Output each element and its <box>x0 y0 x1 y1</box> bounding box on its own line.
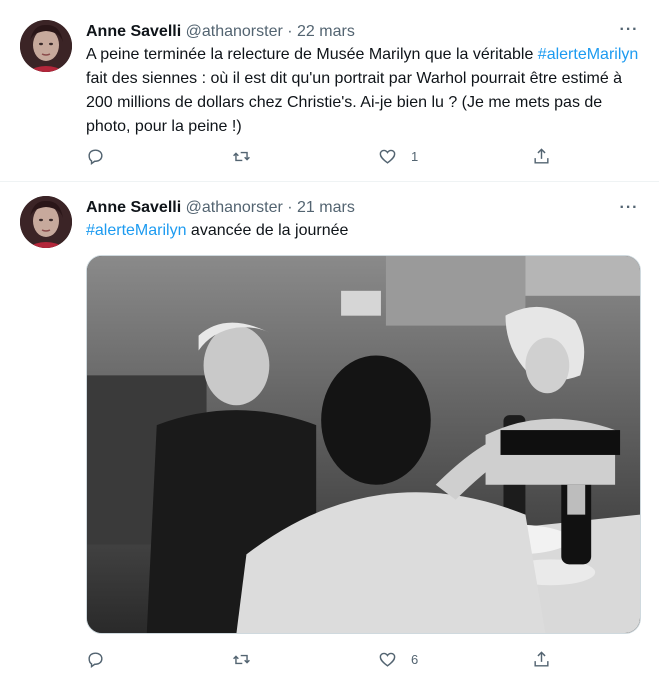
retweet-button[interactable] <box>232 648 265 670</box>
separator: · <box>287 199 293 216</box>
hashtag-link[interactable]: #alerteMarilyn <box>538 46 638 63</box>
like-button[interactable]: 1 <box>378 145 418 167</box>
tweet-date[interactable]: 22 mars <box>297 23 355 40</box>
more-icon[interactable]: ··· <box>619 20 639 40</box>
display-name[interactable]: Anne Savelli <box>86 199 181 216</box>
retweet-icon <box>233 151 250 161</box>
separator: · <box>287 23 293 40</box>
tweet-header: Anne Savelli @athanorster · 21 mars <box>86 198 355 218</box>
tweet-header: Anne Savelli @athanorster · 22 mars <box>86 22 355 42</box>
share-icon <box>534 650 549 667</box>
avatar[interactable] <box>20 196 72 248</box>
retweet-icon <box>233 654 250 664</box>
share-icon <box>534 147 549 164</box>
tweet-photo[interactable] <box>86 255 641 634</box>
retweet-button[interactable] <box>232 145 265 167</box>
avatar[interactable] <box>20 20 72 72</box>
tweet-text-after: fait des siennes : où il est dit qu'un p… <box>86 70 623 135</box>
display-name[interactable]: Anne Savelli <box>86 23 181 40</box>
like-count: 1 <box>411 148 419 164</box>
reply-icon <box>88 651 103 668</box>
heart-icon <box>379 149 396 164</box>
reply-icon <box>88 148 103 165</box>
more-icon[interactable]: ··· <box>619 198 639 218</box>
user-handle[interactable]: @athanorster <box>186 199 283 216</box>
tweet-text: #alerteMarilyn avancée de la journée <box>86 219 642 243</box>
avatar-image <box>20 20 72 72</box>
share-button[interactable] <box>532 145 551 167</box>
timeline: Anne Savelli @athanorster · 22 mars ··· … <box>0 0 659 684</box>
tweet[interactable]: Anne Savelli @athanorster · 22 mars ··· … <box>0 0 659 182</box>
share-button[interactable] <box>532 648 551 670</box>
user-handle[interactable]: @athanorster <box>186 23 283 40</box>
tweet-text-before: A peine terminée la relecture de Musée M… <box>86 46 538 63</box>
like-count: 6 <box>411 651 419 667</box>
hashtag-link[interactable]: #alerteMarilyn <box>86 222 186 239</box>
tweet[interactable]: Anne Savelli @athanorster · 21 mars ··· … <box>0 182 659 684</box>
reply-button[interactable] <box>86 145 119 167</box>
tweet-text: A peine terminée la relecture de Musée M… <box>86 43 642 139</box>
avatar-image <box>20 196 72 248</box>
reply-button[interactable] <box>86 648 119 670</box>
tweet-text-after: avancée de la journée <box>186 222 349 239</box>
tweet-date[interactable]: 21 mars <box>297 199 355 216</box>
like-button[interactable]: 6 <box>378 648 418 670</box>
heart-icon <box>379 652 396 667</box>
tweet-actions: 1 <box>86 145 556 167</box>
photo-image <box>87 256 640 633</box>
tweet-actions: 6 <box>86 648 556 670</box>
